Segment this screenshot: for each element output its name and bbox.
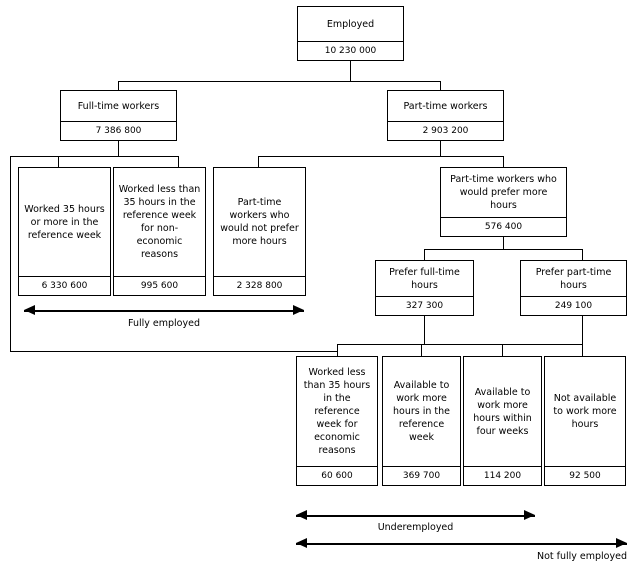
arrow-fully-employed-shaft [24,310,304,312]
node-part-time-workers-label: Part-time workers [403,100,488,112]
connector-part-time-stem [440,141,441,156]
node-part-time-not-prefer-more-hours-label: Part-time workers who would not prefer m… [220,197,299,247]
connector-full-time-split [58,156,178,157]
connector-to-avail-four-weeks [502,344,503,356]
node-worked-35-or-more[interactable]: Worked 35 hours or more in the reference… [18,167,111,296]
connector-to-pt-would-prefer [503,156,504,167]
node-employed-label: Employed [326,18,375,30]
node-prefer-full-time-hours-value: 327 300 [376,296,473,315]
node-not-available-more-hours-label: Not available to work more hours [553,393,617,430]
node-prefer-full-time-hours[interactable]: Prefer full-time hours 327 300 [375,260,474,316]
node-full-time-workers-value: 7 386 800 [61,121,176,140]
node-part-time-not-prefer-more-hours[interactable]: Part-time workers who would not prefer m… [213,167,306,296]
node-worked-less-non-economic-label: Worked less than 35 hours in the referen… [118,184,201,260]
arrow-underemployed-head-right [524,510,535,520]
connector-left-bracket-vertical [10,156,11,351]
node-available-four-weeks-label: Available to work more hours within four… [473,386,532,437]
arrow-fully-employed [24,305,304,316]
arrow-label-not-fully-employed: Not fully employed [536,551,627,562]
node-part-time-not-prefer-more-hours-value: 2 328 800 [214,276,305,295]
connector-prefer-split [424,249,582,250]
node-prefer-part-time-hours[interactable]: Prefer part-time hours 249 100 [520,260,627,316]
node-full-time-workers-label: Full-time workers [77,100,160,112]
connector-to-worked-less-econ [337,344,338,356]
node-available-reference-week[interactable]: Available to work more hours in the refe… [382,356,461,486]
arrow-not-fully-employed-shaft [296,543,627,545]
node-available-reference-week-label: Available to work more hours in the refe… [393,380,450,443]
node-employed-value: 10 230 000 [298,41,403,60]
connector-employed-split [118,81,441,82]
node-part-time-would-prefer-more-hours[interactable]: Part-time workers who would prefer more … [440,167,567,237]
node-available-four-weeks-value: 114 200 [464,466,541,485]
node-worked-less-non-economic-value: 995 600 [114,276,205,295]
node-prefer-full-time-hours-label: Prefer full-time hours [389,266,460,291]
node-available-reference-week-value: 369 700 [383,466,460,485]
connector-to-worked-less-non-econ [178,156,179,167]
arrow-underemployed-head-left [296,510,307,520]
connector-pt-prefer-stem [503,237,504,249]
node-full-time-workers[interactable]: Full-time workers 7 386 800 [60,90,177,141]
connector-prefer-part-time-down [582,316,583,344]
node-worked-35-or-more-label: Worked 35 hours or more in the reference… [24,203,105,241]
node-worked-35-or-more-value: 6 330 600 [19,276,110,295]
connector-to-prefer-full-time [424,249,425,260]
arrow-underemployed [296,510,535,521]
arrow-fully-employed-head-left [24,305,35,315]
connector-to-full-time [118,81,119,90]
connector-to-prefer-part-time [582,249,583,260]
node-worked-less-economic-value: 60 600 [297,466,377,485]
connector-part-time-split [258,156,503,157]
connector-to-pt-not-prefer [258,156,259,167]
arrow-fully-employed-head-right [293,305,304,315]
node-not-available-more-hours[interactable]: Not available to work more hours 92 500 [544,356,626,486]
connector-full-time-stem [118,141,119,156]
connector-to-part-time [440,81,441,90]
arrow-label-underemployed: Underemployed [377,522,454,533]
node-worked-less-economic-label: Worked less than 35 hours in the referen… [303,367,371,456]
arrow-underemployed-shaft [296,515,535,517]
node-worked-less-economic[interactable]: Worked less than 35 hours in the referen… [296,356,378,486]
node-prefer-part-time-hours-value: 249 100 [521,296,626,315]
connector-to-worked-35-plus [58,156,59,167]
connector-to-not-available [582,344,583,356]
node-part-time-would-prefer-more-hours-value: 576 400 [441,217,566,236]
node-part-time-workers[interactable]: Part-time workers 2 903 200 [387,90,504,141]
connector-to-avail-ref-week [421,344,422,356]
connector-employed-stem [350,61,351,81]
node-not-available-more-hours-value: 92 500 [545,466,625,485]
node-employed[interactable]: Employed 10 230 000 [297,6,404,61]
node-part-time-workers-value: 2 903 200 [388,121,503,140]
arrow-label-fully-employed: Fully employed [128,318,200,329]
node-worked-less-non-economic[interactable]: Worked less than 35 hours in the referen… [113,167,206,296]
connector-bottom-row-spine [337,344,582,345]
arrow-not-fully-employed [296,538,627,549]
connector-left-bracket-top [10,156,58,157]
arrow-not-fully-employed-head-right [616,538,627,548]
connector-left-bracket-bottom [10,351,337,352]
flowchart-canvas: Employed 10 230 000 Full-time workers 7 … [0,0,635,574]
node-prefer-part-time-hours-label: Prefer part-time hours [535,266,612,291]
node-part-time-would-prefer-more-hours-label: Part-time workers who would prefer more … [450,174,557,211]
node-available-four-weeks[interactable]: Available to work more hours within four… [463,356,542,486]
connector-prefer-full-time-down [424,316,425,344]
arrow-not-fully-employed-head-left [296,538,307,548]
